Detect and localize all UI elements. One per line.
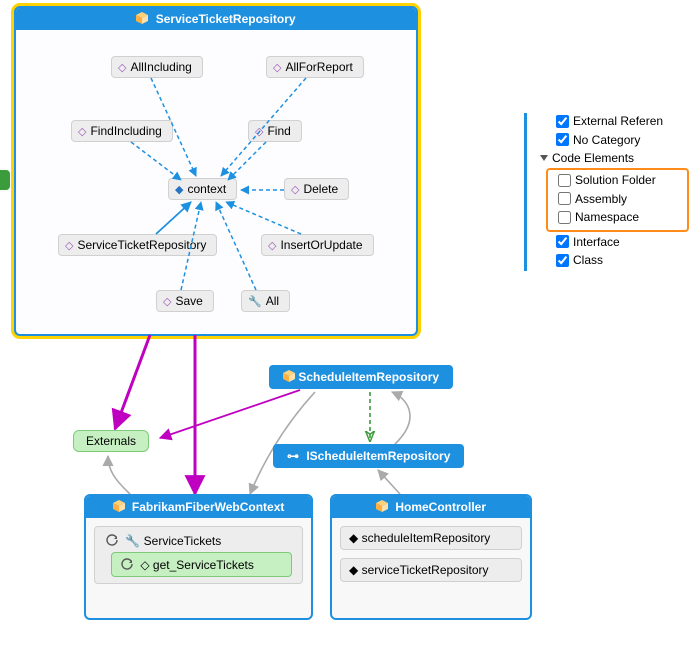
filter-no-category[interactable]: No Category bbox=[534, 132, 689, 151]
method-icon: ◇ bbox=[273, 62, 281, 74]
method-find[interactable]: ◇Find bbox=[248, 120, 302, 142]
legend-bracket bbox=[524, 113, 527, 271]
method-icon: ◇ bbox=[65, 240, 73, 252]
caret-down-icon bbox=[540, 155, 548, 161]
method-ctor[interactable]: ◇ServiceTicketRepository bbox=[58, 234, 217, 256]
filter-external-references[interactable]: External Referen bbox=[534, 113, 689, 132]
interface-icon: ⊶ bbox=[287, 449, 299, 463]
method-getservicetickets[interactable]: ◇ get_ServiceTickets bbox=[111, 552, 292, 577]
group-externals[interactable]: Externals bbox=[73, 430, 149, 452]
field-icon: ◆ bbox=[175, 184, 183, 196]
class-fabrikamfiberwebcontext[interactable]: FabrikamFiberWebContext 🔧 ServiceTickets… bbox=[84, 494, 313, 620]
filter-solution-folder[interactable]: Solution Folder bbox=[552, 172, 683, 191]
checkbox[interactable] bbox=[558, 174, 571, 187]
legend-heading-code-elements[interactable]: Code Elements bbox=[534, 150, 689, 166]
field-icon: ◆ bbox=[349, 531, 358, 545]
field-context[interactable]: ◆context bbox=[168, 178, 237, 200]
checkbox[interactable] bbox=[556, 115, 569, 128]
method-icon: ◇ bbox=[140, 558, 149, 572]
method-findincluding[interactable]: ◇FindIncluding bbox=[71, 120, 173, 142]
method-save[interactable]: ◇Save bbox=[156, 290, 214, 312]
filter-class[interactable]: Class bbox=[534, 252, 689, 271]
filter-interface[interactable]: Interface bbox=[534, 234, 689, 253]
field-scheduleitemrepository[interactable]: ◆ scheduleItemRepository bbox=[340, 526, 522, 550]
class-icon bbox=[283, 370, 298, 384]
checkbox[interactable] bbox=[556, 235, 569, 248]
checkbox[interactable] bbox=[556, 133, 569, 146]
method-icon: ◇ bbox=[78, 126, 86, 138]
method-icon: ◇ bbox=[163, 296, 171, 308]
method-icon: ◇ bbox=[268, 240, 276, 252]
class-icon bbox=[136, 12, 151, 26]
field-serviceticketrepository[interactable]: ◆ serviceTicketRepository bbox=[340, 558, 522, 582]
property-all[interactable]: 🔧All bbox=[241, 290, 290, 312]
class-header[interactable]: ServiceTicketRepository bbox=[16, 8, 416, 30]
class-header[interactable]: FabrikamFiberWebContext bbox=[86, 496, 311, 518]
highlighted-filter-group: Solution Folder Assembly Namespace bbox=[546, 168, 689, 232]
wrench-icon: 🔧 bbox=[125, 534, 140, 548]
legend-panel: External Referen No Category Code Elemen… bbox=[534, 113, 689, 271]
method-icon: ◇ bbox=[255, 126, 263, 138]
method-allincluding[interactable]: ◇AllIncluding bbox=[111, 56, 203, 78]
expand-handle[interactable] bbox=[0, 170, 10, 190]
wrench-icon: 🔧 bbox=[248, 296, 262, 308]
checkbox[interactable] bbox=[558, 192, 571, 205]
filter-namespace[interactable]: Namespace bbox=[552, 209, 683, 228]
method-delete[interactable]: ◇Delete bbox=[284, 178, 349, 200]
interface-ischeduleitemrepository[interactable]: ⊶ IScheduleItemRepository bbox=[273, 444, 464, 468]
class-title: ServiceTicketRepository bbox=[156, 12, 296, 26]
refresh-icon bbox=[120, 557, 134, 571]
checkbox[interactable] bbox=[556, 254, 569, 267]
class-homecontroller[interactable]: HomeController ◆ scheduleItemRepository … bbox=[330, 494, 532, 620]
filter-assembly[interactable]: Assembly bbox=[552, 191, 683, 210]
class-serviceticketrepository[interactable]: ServiceTicketRepository ◇AllIncluding ◇A… bbox=[14, 6, 418, 336]
checkbox[interactable] bbox=[558, 211, 571, 224]
refresh-icon bbox=[105, 533, 119, 547]
method-icon: ◇ bbox=[118, 62, 126, 74]
property-servicetickets[interactable]: 🔧 ServiceTickets ◇ get_ServiceTickets bbox=[94, 526, 303, 584]
class-header[interactable]: HomeController bbox=[332, 496, 530, 518]
method-insertorupdate[interactable]: ◇InsertOrUpdate bbox=[261, 234, 374, 256]
class-icon bbox=[113, 500, 128, 514]
field-icon: ◆ bbox=[349, 563, 358, 577]
method-allforreport[interactable]: ◇AllForReport bbox=[266, 56, 364, 78]
class-scheduleitemrepository[interactable]: ScheduleItemRepository bbox=[269, 365, 453, 389]
class-icon bbox=[376, 500, 391, 514]
method-icon: ◇ bbox=[291, 184, 299, 196]
